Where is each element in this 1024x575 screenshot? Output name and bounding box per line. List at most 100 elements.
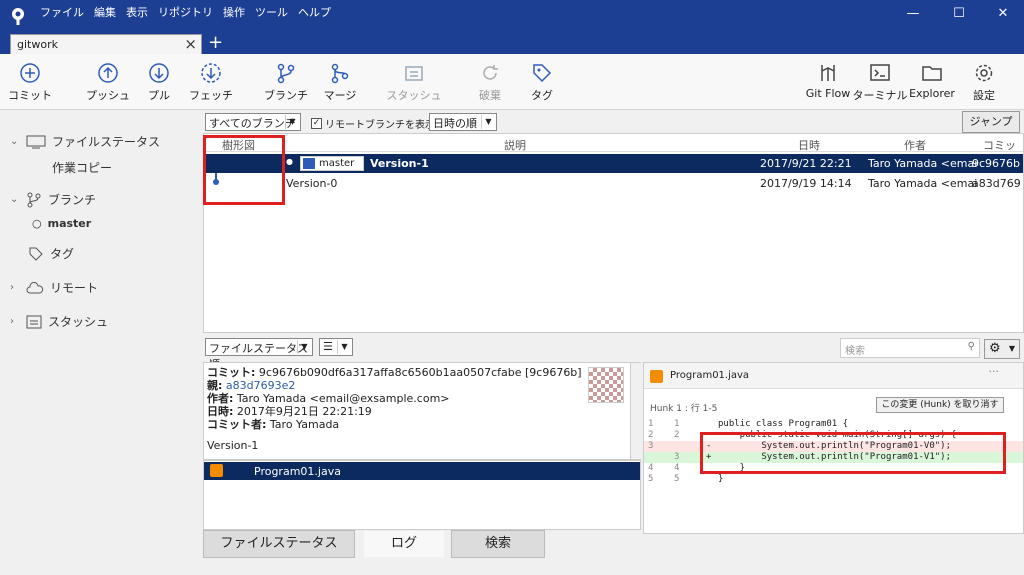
maximize-button[interactable]: ☐ [944, 6, 974, 26]
hunk-label: Hunk 1 : 行 1-5 [650, 404, 718, 414]
settings-button[interactable]: 設定 [956, 62, 1012, 103]
more-options-icon[interactable]: ··· [989, 365, 1000, 378]
jump-to-button[interactable]: ジャンプ先: [962, 111, 1020, 148]
list-item[interactable]: Program01.java [204, 462, 640, 480]
sidebar-item-stashes[interactable]: › スタッシュ [10, 313, 108, 330]
tab-search[interactable]: 検索 [451, 530, 545, 558]
minimize-button[interactable]: — [898, 6, 928, 26]
menu-repository[interactable]: リポジトリ [158, 4, 213, 20]
menu-file[interactable]: ファイル [40, 4, 84, 20]
sidebar-item-working-copy[interactable]: 作業コピー [52, 159, 112, 176]
search-icon: ⚲ [967, 341, 975, 352]
branch-icon [277, 63, 295, 84]
menu-edit[interactable]: 編集 [94, 4, 116, 20]
diff-file-header: Program01.java ··· [644, 363, 1023, 389]
diff-line[interactable]: 3 - System.out.println("Program01-V0"); [644, 441, 1023, 452]
close-tab-icon[interactable]: × [184, 35, 197, 53]
fetch-button[interactable]: フェッチ [183, 62, 239, 103]
menu-help[interactable]: ヘルプ [298, 4, 331, 20]
scrollbar[interactable] [630, 363, 641, 459]
close-window-button[interactable]: ✕ [988, 6, 1018, 26]
column-description[interactable]: 説明 [504, 137, 526, 153]
view-mode-select[interactable]: ☰ ▼ [319, 338, 353, 356]
table-row[interactable]: Version-0 2017/9/19 14:14 Taro Yamada <e… [204, 174, 1023, 193]
commit-log-table: 樹形図 説明 日時 作者 コミット ● master Version-1 201… [203, 133, 1024, 333]
column-author[interactable]: 作者 [904, 137, 926, 153]
table-row[interactable]: ● master Version-1 2017/9/21 22:21 Taro … [204, 154, 1023, 173]
pull-button[interactable]: プル [131, 62, 187, 103]
explorer-button[interactable]: Explorer [904, 62, 960, 100]
chevron-down-icon[interactable]: ⌄ [10, 194, 20, 205]
tab-repository[interactable]: gitwork × [10, 34, 202, 54]
menu-tools[interactable]: ツール [255, 4, 288, 20]
diff-line[interactable]: 3 + System.out.println("Program01-V1"); [644, 452, 1023, 463]
commit-author: Taro Yamada <emai [868, 177, 978, 190]
terminal-button[interactable]: ターミナル [852, 62, 908, 103]
stash-icon [26, 315, 42, 328]
checkbox-checked-icon[interactable]: ✓ [311, 118, 322, 129]
sidebar-item-label: master [47, 217, 92, 230]
sort-order-select[interactable]: 日時の順 ▼ [429, 113, 497, 131]
diff-line[interactable]: 1 1 public class Program01 { [644, 419, 1023, 430]
diff-settings-button[interactable]: ⚙ ▼ [984, 339, 1020, 359]
stash-button[interactable]: スタッシュ [386, 62, 442, 103]
file-sort-select[interactable]: ファイルステータス順 ▼ [205, 338, 313, 371]
old-line-number: 1 [648, 419, 654, 429]
sidebar-item-remotes[interactable]: › リモート [10, 279, 98, 296]
gitflow-button[interactable]: Git Flow [800, 62, 856, 100]
settings-label: 設定 [973, 89, 995, 102]
modified-file-icon [650, 370, 663, 383]
diff-line[interactable]: 4 4 } [644, 463, 1023, 474]
new-line-number: 2 [674, 430, 680, 440]
author-value: Taro Yamada <email@exsample.com> [236, 392, 450, 405]
branch-icon [27, 192, 41, 207]
menu-actions[interactable]: 操作 [223, 4, 245, 20]
sidebar-item-tags[interactable]: タグ [28, 245, 74, 262]
diff-line[interactable]: 2 2 public static void main(String[] args… [644, 430, 1023, 441]
parent-commit-link[interactable]: a83d7693e2 [226, 379, 295, 392]
merge-button[interactable]: マージ [312, 62, 368, 103]
diff-sign: + [706, 452, 712, 462]
tag-icon [29, 247, 43, 261]
branch-button[interactable]: ブランチ [258, 62, 314, 103]
discard-hunk-button[interactable]: この変更 (Hunk) を取り消す [876, 397, 1004, 413]
new-line-number: 5 [674, 474, 680, 484]
code-text: public static void main(String[] args) { [718, 430, 957, 440]
sidebar-item-label: 作業コピー [52, 161, 113, 175]
branch-filter-select[interactable]: すべてのブランチ ▼ [205, 113, 301, 131]
commit-hash: a83d769 [972, 177, 1021, 190]
column-date[interactable]: 日時 [798, 137, 820, 153]
discard-button[interactable]: 破棄 [462, 62, 518, 103]
branch-label-badge[interactable]: master [300, 156, 364, 171]
merge-label: マージ [323, 89, 357, 102]
sidebar-item-label: タグ [50, 247, 75, 261]
current-branch-icon: ○ [32, 217, 42, 230]
chevron-down-icon: ▼ [1008, 344, 1015, 353]
explorer-label: Explorer [909, 87, 955, 100]
add-tab-icon[interactable]: + [208, 32, 223, 53]
fetch-label: フェッチ [189, 89, 233, 102]
sidebar-item-file-status[interactable]: ⌄ ファイルステータス [10, 133, 160, 150]
discard-label: 破棄 [479, 89, 501, 102]
tab-file-status[interactable]: ファイルステータス [203, 530, 355, 558]
file-name: Program01.java [254, 465, 341, 478]
sidebar-item-branches[interactable]: ⌄ ブランチ [10, 191, 96, 208]
search-input[interactable]: 検索 ⚲ [840, 338, 980, 358]
menu-view[interactable]: 表示 [126, 4, 148, 20]
column-graph[interactable]: 樹形図 [222, 137, 255, 153]
search-placeholder: 検索 [845, 346, 865, 357]
code-text: System.out.println("Program01-V0"); [718, 441, 951, 451]
diff-line[interactable]: 5 5} [644, 474, 1023, 485]
sidebar-item-master[interactable]: ○ master [32, 217, 91, 230]
chevron-down-icon: ▼ [481, 115, 495, 129]
diff-viewer: Program01.java ··· Hunk 1 : 行 1-5 この変更 (… [643, 362, 1024, 534]
push-button[interactable]: プッシュ [80, 62, 136, 103]
chevron-down-icon[interactable]: ⌄ [10, 136, 20, 147]
show-remote-branches-checkbox[interactable]: ✓ リモートブランチを表示 [311, 116, 435, 131]
chevron-right-icon[interactable]: › [10, 282, 20, 293]
commit-button[interactable]: コミット [2, 62, 58, 103]
tag-button[interactable]: タグ [514, 62, 570, 103]
tab-log[interactable]: ログ [363, 530, 445, 558]
chevron-right-icon[interactable]: › [10, 316, 20, 327]
terminal-icon [870, 64, 890, 81]
